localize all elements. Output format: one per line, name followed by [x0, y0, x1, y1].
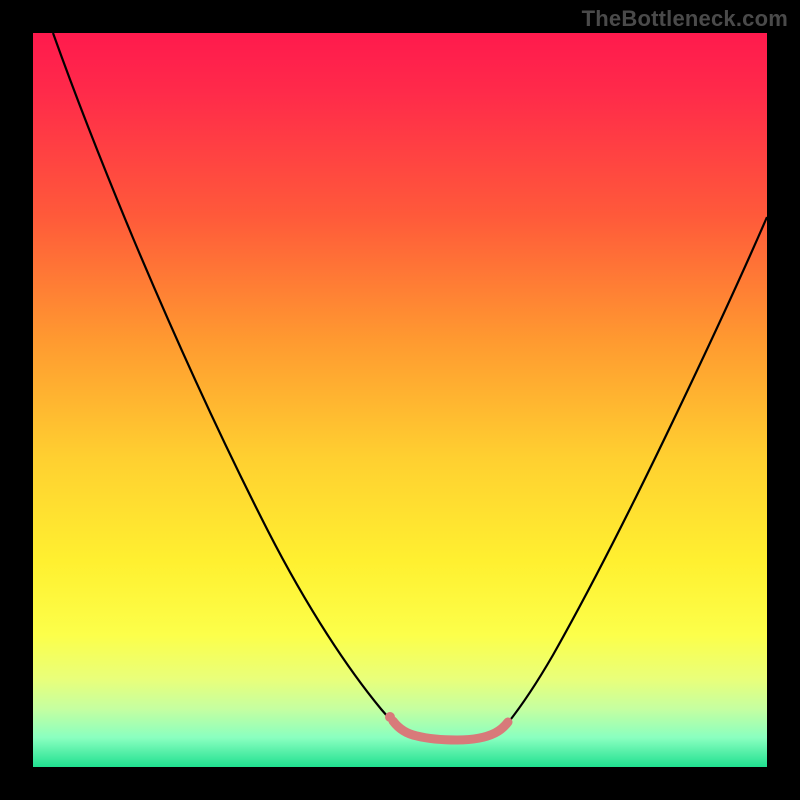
curves-svg: [33, 33, 767, 767]
plot-area: [33, 33, 767, 767]
bottom-squiggle: [393, 721, 508, 740]
chart-frame: TheBottleneck.com: [0, 0, 800, 800]
watermark-text: TheBottleneck.com: [582, 6, 788, 32]
right-curve: [503, 217, 767, 729]
left-curve: [53, 33, 401, 729]
